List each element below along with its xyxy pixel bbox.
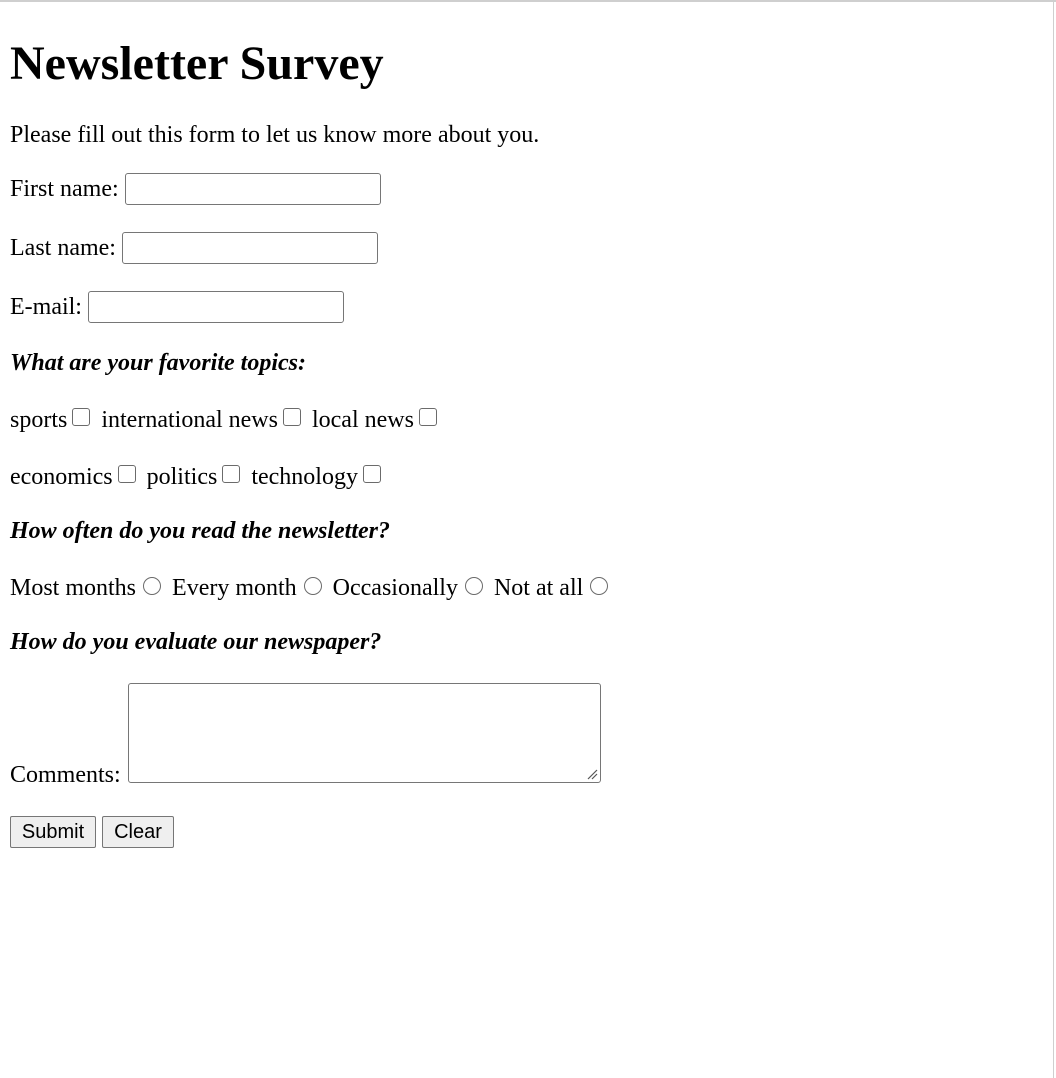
frequency-row: Most months Every month Occasionally Not… [10, 574, 619, 602]
evaluation-question: How do you evaluate our newspaper? [10, 629, 382, 655]
topic-label-international-news: international news [101, 407, 278, 433]
topic-checkbox-politics[interactable] [222, 465, 241, 483]
frequency-label-every-month: Every month [172, 575, 297, 601]
topic-checkbox-local-news[interactable] [418, 408, 437, 426]
frequency-radio-most-months[interactable] [143, 577, 162, 595]
last-name-row: Last name: [10, 232, 378, 264]
frequency-radio-every-month[interactable] [303, 577, 322, 595]
first-name-input[interactable] [124, 173, 381, 205]
last-name-input[interactable] [121, 232, 378, 264]
frequency-question: How often do you read the newsletter? [10, 518, 390, 544]
topics-row-2: economics politics technology [10, 463, 392, 491]
email-label: E-mail: [10, 294, 82, 320]
clear-button[interactable]: Clear [102, 816, 174, 848]
comments-textarea[interactable] [127, 683, 601, 783]
topics-row-1: sports international news local news [10, 406, 448, 434]
page-title: Newsletter Survey [10, 37, 384, 90]
topic-checkbox-sports[interactable] [72, 408, 91, 426]
comments-label: Comments: [10, 762, 121, 788]
frequency-label-most-months: Most months [10, 575, 137, 601]
topic-label-sports: sports [10, 407, 68, 433]
first-name-row: First name: [10, 173, 381, 205]
window-top-border [0, 0, 1056, 2]
frequency-radio-not-at-all[interactable] [590, 577, 609, 595]
topic-checkbox-international-news[interactable] [282, 408, 301, 426]
window-right-border [1053, 0, 1054, 1078]
topic-checkbox-technology[interactable] [362, 465, 381, 483]
frequency-label-occasionally: Occasionally [332, 575, 458, 601]
frequency-label-not-at-all: Not at all [493, 575, 584, 601]
topic-label-technology: technology [251, 464, 358, 490]
topic-label-politics: politics [146, 464, 218, 490]
email-row: E-mail: [10, 291, 344, 323]
comments-row: Comments: [10, 683, 601, 788]
topic-checkbox-economics[interactable] [117, 465, 136, 483]
topic-label-local-news: local news [311, 407, 414, 433]
form-buttons: Submit Clear [10, 816, 174, 848]
submit-button[interactable]: Submit [10, 816, 96, 848]
topics-question: What are your favorite topics: [10, 350, 306, 376]
topic-label-economics: economics [10, 464, 113, 490]
frequency-radio-occasionally[interactable] [464, 577, 483, 595]
resize-grip-icon[interactable] [587, 769, 598, 780]
email-input[interactable] [87, 291, 344, 323]
last-name-label: Last name: [10, 235, 116, 261]
intro-text: Please fill out this form to let us know… [10, 122, 540, 148]
first-name-label: First name: [10, 176, 119, 202]
